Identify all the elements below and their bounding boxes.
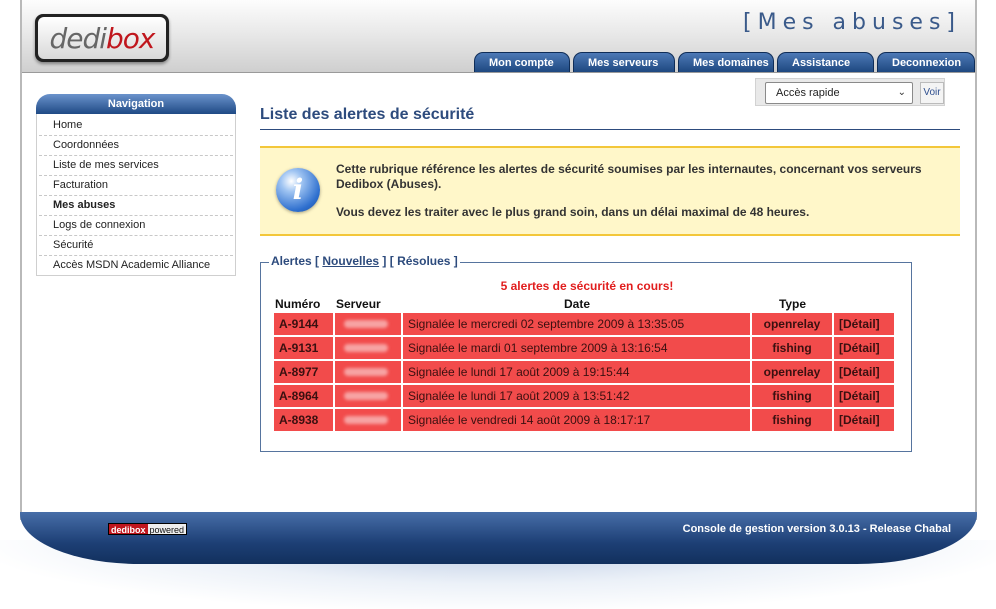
alert-number: A-8977 bbox=[274, 361, 333, 383]
navigation-list: Home Coordonnées Liste de mes services F… bbox=[36, 114, 236, 276]
quick-access-bar: Accès rapide ⌄ Voir bbox=[755, 78, 945, 106]
sidebar-item-home[interactable]: Home bbox=[39, 116, 233, 136]
sidebar-item-mes-abuses[interactable]: Mes abuses bbox=[39, 196, 233, 216]
tab-mon-compte[interactable]: Mon compte bbox=[474, 52, 570, 72]
info-box: i Cette rubrique référence les alertes d… bbox=[260, 146, 960, 236]
badge-dedibox: dedibox bbox=[109, 524, 148, 535]
sidebar-item-msdn[interactable]: Accès MSDN Academic Alliance bbox=[39, 256, 233, 275]
sidebar-item-logs[interactable]: Logs de connexion bbox=[39, 216, 233, 236]
tab-deconnexion[interactable]: Deconnexion bbox=[877, 52, 975, 72]
column-numero: Numéro bbox=[275, 297, 321, 311]
alert-server-redacted bbox=[335, 361, 401, 383]
footer: dedibox powered Console de gestion versio… bbox=[20, 512, 977, 564]
alert-date: Signalée le mercredi 02 septembre 2009 à… bbox=[403, 313, 750, 335]
alert-date: Signalée le vendredi 14 août 2009 à 18:1… bbox=[403, 409, 750, 431]
column-date: Date bbox=[563, 297, 590, 311]
legend-prefix: Alertes [ bbox=[271, 254, 320, 268]
sidebar-item-services[interactable]: Liste de mes services bbox=[39, 156, 233, 176]
alerts-table: Numéro Serveur Date Type A-9144 Signalée… bbox=[272, 295, 896, 433]
alert-date: Signalée le mardi 01 septembre 2009 à 13… bbox=[403, 337, 750, 359]
alert-server-redacted bbox=[335, 337, 401, 359]
alert-number: A-9131 bbox=[274, 337, 333, 359]
chevron-down-icon: ⌄ bbox=[897, 87, 906, 98]
sidebar-item-coordonnees[interactable]: Coordonnées bbox=[39, 136, 233, 156]
alert-type-link[interactable]: openrelay bbox=[752, 313, 832, 335]
sidebar-item-securite[interactable]: Sécurité bbox=[39, 236, 233, 256]
alert-detail-link[interactable]: [Détail] bbox=[834, 313, 894, 335]
badge-powered: powered bbox=[147, 524, 187, 535]
legend-suffix: ] bbox=[453, 254, 458, 268]
dedibox-powered-badge[interactable]: dedibox powered bbox=[108, 523, 188, 535]
sidebar-navigation: Navigation Home Coordonnées Liste de mes… bbox=[36, 94, 236, 276]
table-header-row: Numéro Serveur Date Type bbox=[274, 297, 894, 311]
logo-text-box: box bbox=[106, 21, 155, 55]
alerts-summary: 5 alertes de sécurité en cours! bbox=[500, 279, 674, 293]
alert-server-redacted bbox=[335, 409, 401, 431]
info-text: Cette rubrique référence les alertes de … bbox=[336, 162, 942, 233]
alert-type-link[interactable]: fishing bbox=[752, 409, 832, 431]
info-paragraph-2: Vous devez les traiter avec le plus gran… bbox=[336, 205, 810, 219]
column-detail bbox=[834, 297, 894, 311]
alert-type-link[interactable]: fishing bbox=[752, 337, 832, 359]
alert-detail-link[interactable]: [Détail] bbox=[834, 337, 894, 359]
header: dedi box [Mes abuses] Mon compte Mes serv… bbox=[22, 0, 975, 73]
navigation-heading: Navigation bbox=[36, 94, 236, 114]
tab-mes-serveurs[interactable]: Mes serveurs bbox=[573, 52, 675, 72]
quick-access-select[interactable]: Accès rapide ⌄ bbox=[765, 82, 913, 104]
column-type: Type bbox=[778, 297, 807, 311]
alert-date: Signalée le lundi 17 août 2009 à 13:51:4… bbox=[403, 385, 750, 407]
table-row: A-8938 Signalée le vendredi 14 août 2009… bbox=[274, 409, 894, 431]
link-resolues[interactable]: Résolues bbox=[397, 254, 450, 268]
alert-type-link[interactable]: openrelay bbox=[752, 361, 832, 383]
column-serveur: Serveur bbox=[336, 297, 381, 311]
tab-assistance[interactable]: Assistance bbox=[777, 52, 874, 72]
sidebar-item-facturation[interactable]: Facturation bbox=[39, 176, 233, 196]
title-divider bbox=[260, 129, 960, 130]
table-row: A-8977 Signalée le lundi 17 août 2009 à … bbox=[274, 361, 894, 383]
tab-mes-domaines[interactable]: Mes domaines bbox=[678, 52, 774, 72]
page-frame: dedi box [Mes abuses] Mon compte Mes serv… bbox=[20, 0, 977, 520]
alert-server-redacted bbox=[335, 385, 401, 407]
alert-number: A-8964 bbox=[274, 385, 333, 407]
quick-access-value: Accès rapide bbox=[776, 87, 840, 99]
link-nouvelles[interactable]: Nouvelles bbox=[322, 254, 379, 268]
alert-date: Signalée le lundi 17 août 2009 à 19:15:4… bbox=[403, 361, 750, 383]
table-row: A-9131 Signalée le mardi 01 septembre 20… bbox=[274, 337, 894, 359]
alert-type-link[interactable]: fishing bbox=[752, 385, 832, 407]
legend-mid: ] [ bbox=[382, 254, 394, 268]
voir-button[interactable]: Voir bbox=[920, 82, 944, 104]
main-tabs: Mon compte Mes serveurs Mes domaines Ass… bbox=[474, 52, 975, 72]
alert-number: A-9144 bbox=[274, 313, 333, 335]
info-icon: i bbox=[276, 168, 320, 212]
alert-detail-link[interactable]: [Détail] bbox=[834, 409, 894, 431]
alerts-legend: Alertes [ Nouvelles ] [ Résolues ] bbox=[269, 254, 460, 268]
info-paragraph-1: Cette rubrique référence les alertes de … bbox=[336, 162, 922, 191]
version-text: Console de gestion version 3.0.13 - Rele… bbox=[682, 523, 951, 535]
alert-detail-link[interactable]: [Détail] bbox=[834, 361, 894, 383]
alert-detail-link[interactable]: [Détail] bbox=[834, 385, 894, 407]
table-row: A-9144 Signalée le mercredi 02 septembre… bbox=[274, 313, 894, 335]
page-section-title: [Mes abuses] bbox=[743, 10, 961, 35]
alert-number: A-8938 bbox=[274, 409, 333, 431]
page-title: Liste des alertes de sécurité bbox=[260, 106, 475, 123]
logo-text-dedi: dedi bbox=[49, 21, 107, 55]
dedibox-logo[interactable]: dedi box bbox=[35, 14, 169, 62]
alerts-fieldset: Alertes [ Nouvelles ] [ Résolues ] 5 ale… bbox=[260, 254, 912, 452]
table-row: A-8964 Signalée le lundi 17 août 2009 à … bbox=[274, 385, 894, 407]
alert-server-redacted bbox=[335, 313, 401, 335]
